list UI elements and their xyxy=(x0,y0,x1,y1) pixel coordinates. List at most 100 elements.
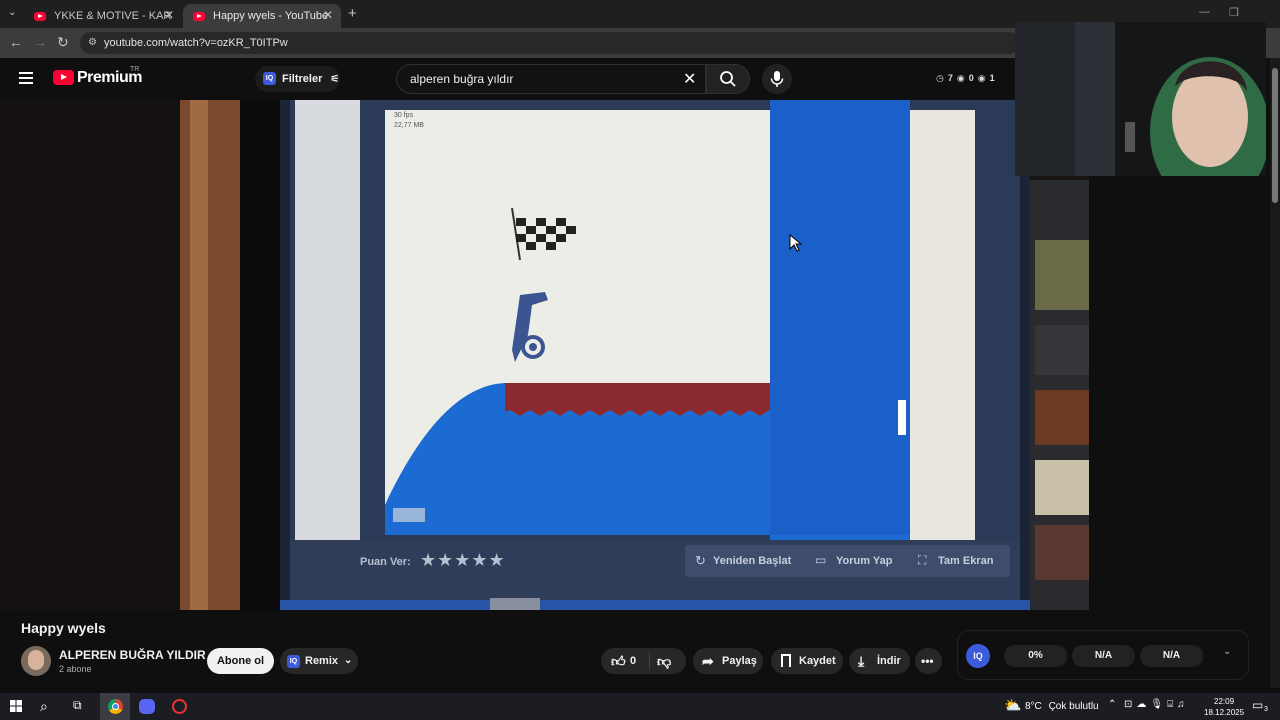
remix-label: Remix xyxy=(305,655,339,667)
stat-history: 7 xyxy=(947,73,953,83)
microphone-icon xyxy=(770,71,784,87)
app-taskbar-icon[interactable] xyxy=(172,699,187,714)
share-button[interactable]: ➦ Paylaş xyxy=(693,648,763,674)
site-info-icon[interactable]: ⚙ xyxy=(88,32,97,54)
download-button[interactable]: ⤓ İndir xyxy=(849,648,910,674)
notification-count: 3 xyxy=(1264,706,1268,713)
taskbar-clock[interactable]: 22:09 18.12.2025 xyxy=(1204,696,1244,718)
video-frame xyxy=(0,100,1089,610)
iq-value-na-1: N/A xyxy=(1072,645,1135,667)
url-field[interactable]: ⚙ youtube.com/watch?v=ozKR_T0ITPw xyxy=(80,32,1020,54)
like-divider xyxy=(649,653,650,669)
search-icon xyxy=(720,71,736,87)
save-button[interactable]: Kaydet xyxy=(771,648,843,674)
download-icon: ⤓ xyxy=(858,653,865,669)
search-input[interactable]: alperen buğra yıldır xyxy=(396,64,706,94)
subscribe-button[interactable]: Abone ol xyxy=(207,648,274,674)
chevron-down-icon[interactable]: ⌄ xyxy=(1223,646,1231,657)
tray-chevron-icon[interactable]: ⌃ xyxy=(1108,699,1116,710)
share-icon: ➦ xyxy=(702,653,714,669)
remix-button[interactable]: IQ Remix ⌄ xyxy=(280,648,358,674)
thumbs-down-icon: 👎︎ xyxy=(657,653,672,669)
subscriber-count: 2 abone xyxy=(59,664,92,674)
comment-icon: ▭ xyxy=(815,553,827,567)
weather-condition: Çok bulutlu xyxy=(1048,701,1099,712)
more-icon: ••• xyxy=(921,654,934,668)
rate-label: Puan Ver: xyxy=(360,556,411,568)
clear-search-icon[interactable]: ✕ xyxy=(683,69,696,89)
secondary-column xyxy=(1089,100,1270,610)
voice-search-button[interactable] xyxy=(762,64,792,94)
download-label: İndir xyxy=(877,655,901,667)
iq-extension-icon: IQ xyxy=(263,72,276,85)
iq-logo-icon: IQ xyxy=(966,644,990,668)
iq-value-percent: 0% xyxy=(1004,645,1067,667)
eye-icon: ◉ xyxy=(956,72,965,83)
youtube-logo-icon[interactable] xyxy=(53,70,74,85)
share-label: Paylaş xyxy=(722,655,757,667)
chrome-taskbar-icon[interactable] xyxy=(100,693,130,720)
fullscreen-icon: ⛶ xyxy=(918,553,927,567)
weather-icon: ⛅ xyxy=(1004,697,1022,713)
windows-taskbar: ⌕ ⧉ ⛅ 8°C Çok bulutlu ⌃ ⊡☁🎙︎⌸♫ 22:09 18.… xyxy=(0,693,1280,720)
discord-taskbar-icon[interactable] xyxy=(139,699,155,714)
view-icon: ◉ xyxy=(977,72,986,83)
tab-search-chevron-icon[interactable]: ⌄ xyxy=(8,7,16,18)
like-button[interactable]: 👍︎ 0 xyxy=(601,648,649,674)
task-view-icon[interactable]: ⧉ xyxy=(73,698,82,713)
mouse-cursor-icon xyxy=(789,234,803,252)
stat-views: 0 xyxy=(968,73,974,83)
channel-name[interactable]: ALPEREN BUĞRA YILDIR xyxy=(59,648,206,662)
webcam-image xyxy=(1015,22,1266,176)
tab-close-icon[interactable]: ✕ xyxy=(164,8,174,22)
mb-counter: 22,77 MB xyxy=(394,122,424,129)
url-text: youtube.com/watch?v=ozKR_T0ITPw xyxy=(104,37,288,49)
save-label: Kaydet xyxy=(799,655,836,667)
fps-counter: 30 fps xyxy=(394,112,414,119)
thumbs-up-icon: 👍︎ xyxy=(611,653,626,669)
sliders-icon: ⚟ xyxy=(330,74,340,85)
country-code: TR xyxy=(130,66,140,73)
browser-tab-active[interactable]: Happy wyels - YouTube ✕ xyxy=(183,4,341,28)
new-tab-button[interactable]: + xyxy=(348,5,357,22)
restart-icon: ↻ xyxy=(695,553,706,568)
bookmark-icon xyxy=(781,654,791,667)
windows-start-icon[interactable] xyxy=(10,699,22,715)
dislike-button[interactable]: 👎︎ xyxy=(657,648,671,674)
clock-icon: ◷ xyxy=(936,72,944,83)
extension-stats[interactable]: ◷ 7 ◉ 0 ◉ 1 xyxy=(930,66,1010,90)
forward-icon[interactable]: → xyxy=(33,34,47,50)
page-scrollbar[interactable] xyxy=(1270,58,1280,688)
chevron-down-icon: ⌄ xyxy=(344,655,353,666)
weather-widget[interactable]: 8°C Çok bulutlu xyxy=(1025,701,1099,712)
video-player[interactable]: 30 fps 22,77 MB Puan Ver: ★★★★★ ↻ Yenide… xyxy=(0,100,1089,610)
tab-title: YKKE & MOTIVE - KARANLIK (C xyxy=(54,10,172,22)
like-dislike-group: 👍︎ 0 👎︎ xyxy=(601,648,686,674)
scrollbar-thumb[interactable] xyxy=(1272,68,1278,203)
browser-tab[interactable]: YKKE & MOTIVE - KARANLIK (C ✕ xyxy=(24,4,182,28)
search-button[interactable] xyxy=(706,64,750,94)
like-count: 0 xyxy=(630,655,637,667)
minimize-icon[interactable]: — xyxy=(1199,6,1210,18)
fullscreen-label: Tam Ekran xyxy=(938,555,994,567)
restart-label: Yeniden Başlat xyxy=(713,555,792,567)
back-icon[interactable]: ← xyxy=(9,34,23,50)
comment-label: Yorum Yap xyxy=(836,555,893,567)
video-title: Happy wyels xyxy=(21,620,106,636)
filters-label: Filtreler xyxy=(282,73,323,85)
clock-date: 18.12.2025 xyxy=(1204,708,1245,717)
iq-extension-panel: IQ 0% N/A N/A ⌄ xyxy=(957,630,1249,680)
tab-title: Happy wyels - YouTube xyxy=(213,10,329,22)
more-actions-button[interactable]: ••• xyxy=(915,648,942,674)
channel-avatar[interactable] xyxy=(21,646,51,676)
filters-button[interactable]: IQ Filtreler ⚟ xyxy=(255,66,340,92)
tab-close-icon[interactable]: ✕ xyxy=(323,8,333,22)
restore-icon[interactable]: ❐ xyxy=(1229,6,1239,19)
menu-icon[interactable] xyxy=(19,72,33,84)
notification-icon[interactable]: ▭ xyxy=(1252,698,1263,712)
youtube-favicon-icon xyxy=(193,11,205,21)
taskbar-search-icon[interactable]: ⌕ xyxy=(40,698,48,715)
temperature: 8°C xyxy=(1025,701,1042,712)
tray-icons[interactable]: ⊡☁🎙︎⌸♫ xyxy=(1124,699,1189,710)
reload-icon[interactable]: ↻ xyxy=(57,34,69,51)
